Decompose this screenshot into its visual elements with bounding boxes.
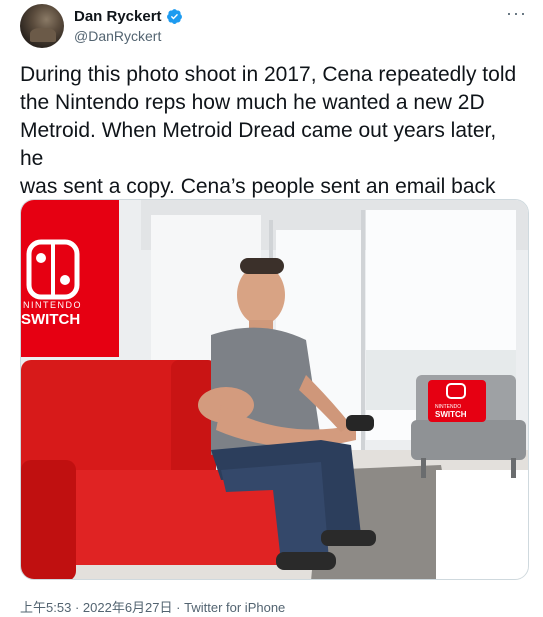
author-display-name[interactable]: Dan Ryckert	[74, 8, 162, 25]
tweet-source[interactable]: Twitter for iPhone	[184, 600, 285, 615]
more-dots-icon[interactable]: ···	[506, 4, 527, 22]
nintendo-sign	[21, 200, 119, 357]
avatar[interactable]	[20, 4, 64, 48]
sign-text-top: NINTENDO	[23, 300, 82, 310]
author-name-row[interactable]: Dan Ryckert	[74, 8, 183, 25]
pillow-text-bottom: SWITCH	[435, 410, 467, 419]
tweet-card: Dan Ryckert @DanRyckert ··· During this …	[0, 0, 543, 617]
verified-badge-icon	[166, 9, 182, 24]
sign-text-bottom: SWITCH	[21, 311, 80, 328]
tweet-photo[interactable]: NINTENDO SWITCH NINTENDO SWITCH	[20, 199, 529, 580]
tweet-meta: 上午5:53 · 2022年6月27日 · Twitter for iPhone	[20, 597, 285, 616]
photo-scene: NINTENDO SWITCH NINTENDO SWITCH	[21, 200, 528, 579]
tweet-time[interactable]: 上午5:53	[20, 600, 71, 615]
meta-separator-2: ·	[176, 600, 181, 615]
author-handle[interactable]: @DanRyckert	[74, 28, 161, 44]
meta-separator: ·	[74, 600, 80, 615]
tweet-date[interactable]: 2022年6月27日	[83, 600, 173, 615]
